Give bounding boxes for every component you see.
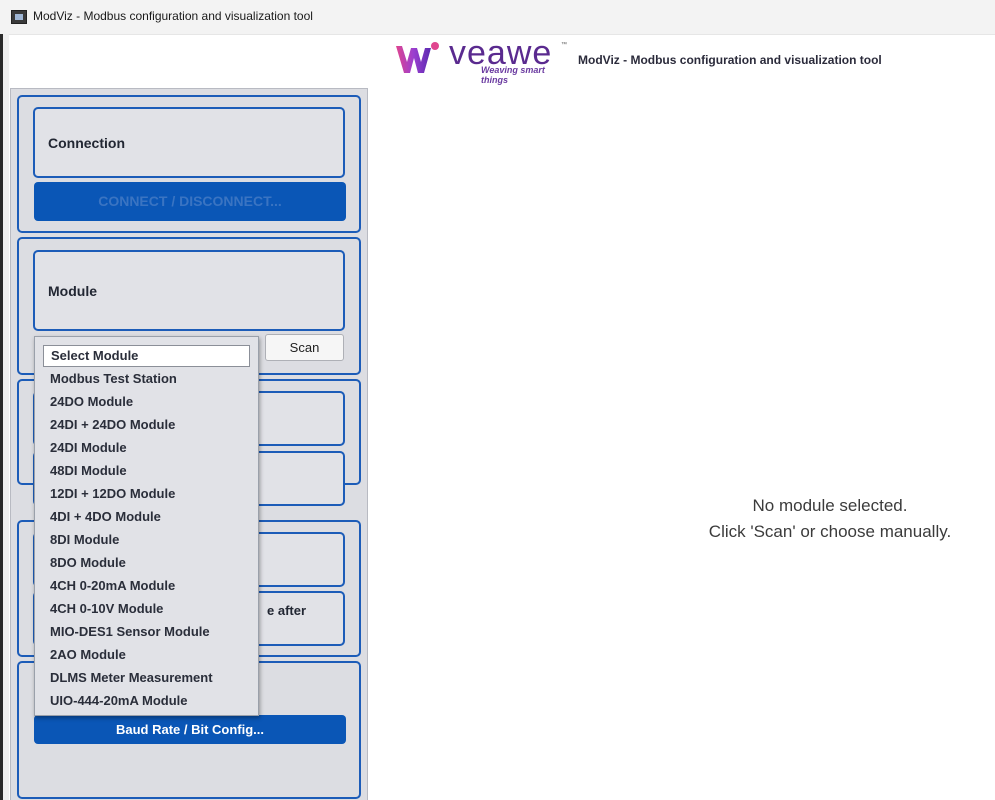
dropdown-option[interactable]: 48DI Module	[50, 463, 127, 478]
dropdown-option[interactable]: 12DI + 12DO Module	[50, 486, 175, 501]
empty-state-line-1: No module selected.	[752, 496, 908, 515]
module-dropdown[interactable]: Select Module Modbus Test Station 24DO M…	[34, 336, 259, 716]
dropdown-option[interactable]: Modbus Test Station	[50, 371, 177, 386]
module-header-box: Module	[33, 250, 345, 331]
dropdown-option[interactable]: DLMS Meter Measurement	[50, 670, 213, 685]
module-select[interactable]: Select Module	[43, 345, 250, 367]
app-title: ModViz - Modbus configuration and visual…	[578, 53, 882, 67]
dropdown-option[interactable]: MIO-DES1 Sensor Module	[50, 624, 210, 639]
module-label: Module	[48, 283, 97, 299]
dropdown-option[interactable]: 2AO Module	[50, 647, 126, 662]
app-icon	[11, 10, 27, 24]
veawe-logo: veawe ™ Weaving smart things	[395, 34, 567, 85]
module-select-value: Select Module	[51, 348, 139, 363]
dropdown-option[interactable]: 24DO Module	[50, 394, 133, 409]
dropdown-option[interactable]: 4CH 0-10V Module	[50, 601, 163, 616]
veawe-w-logo-icon	[396, 42, 439, 73]
window-title: ModViz - Modbus configuration and visual…	[33, 9, 313, 23]
section-4-partial-text: e after	[267, 603, 307, 618]
dropdown-option[interactable]: UIO-444-20mA Module	[50, 693, 188, 708]
dropdown-option[interactable]: 8DI Module	[50, 532, 119, 547]
empty-state-message: No module selected. Click 'Scan' or choo…	[690, 493, 970, 545]
dropdown-option[interactable]: 24DI + 24DO Module	[50, 417, 175, 432]
dropdown-option[interactable]: 24DI Module	[50, 440, 127, 455]
logo-tagline: Weaving smart things	[481, 65, 545, 85]
connection-group: Connection CONNECT / DISCONNECT...	[17, 95, 361, 233]
connect-disconnect-button[interactable]: CONNECT / DISCONNECT...	[34, 182, 346, 221]
empty-state-line-2: Click 'Scan' or choose manually.	[708, 522, 952, 541]
dropdown-option[interactable]: 8DO Module	[50, 555, 126, 570]
connection-label: Connection	[48, 135, 125, 151]
connection-header-box: Connection	[33, 107, 345, 178]
background-window-strip	[3, 34, 9, 800]
window-titlebar: ModViz - Modbus configuration and visual…	[0, 0, 995, 35]
logo-trademark: ™	[561, 42, 567, 48]
dropdown-option[interactable]: 4DI + 4DO Module	[50, 509, 161, 524]
dropdown-option[interactable]: 4CH 0-20mA Module	[50, 578, 175, 593]
baud-rate-config-button[interactable]: Baud Rate / Bit Config...	[34, 715, 346, 744]
scan-button[interactable]: Scan	[265, 334, 344, 361]
